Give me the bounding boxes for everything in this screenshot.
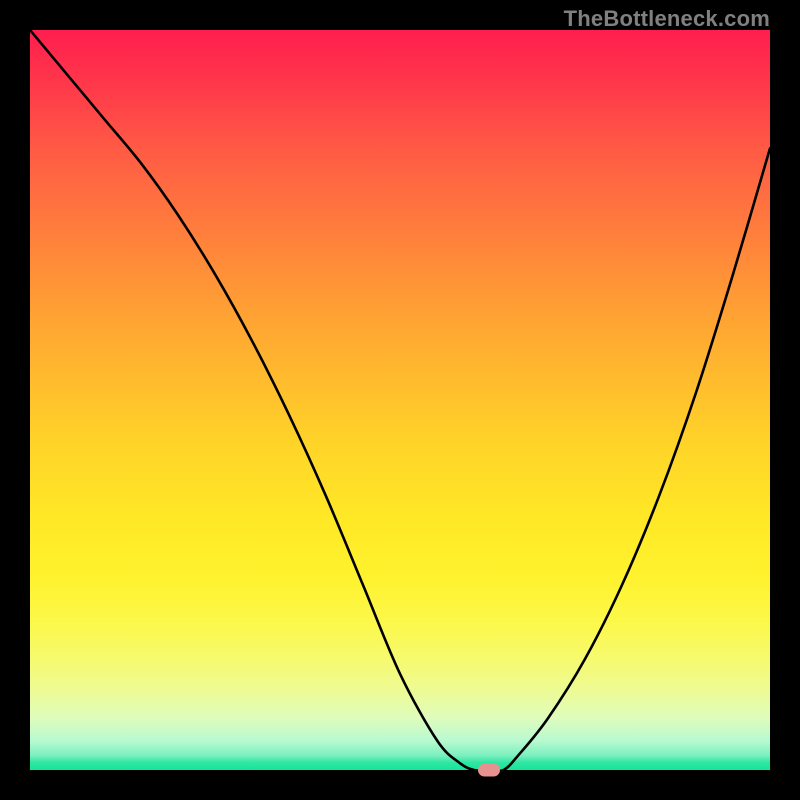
watermark-text: TheBottleneck.com <box>564 6 770 32</box>
chart-frame: TheBottleneck.com <box>0 0 800 800</box>
plot-area <box>30 30 770 770</box>
optimal-point-marker <box>478 764 500 777</box>
bottleneck-curve <box>30 30 770 770</box>
